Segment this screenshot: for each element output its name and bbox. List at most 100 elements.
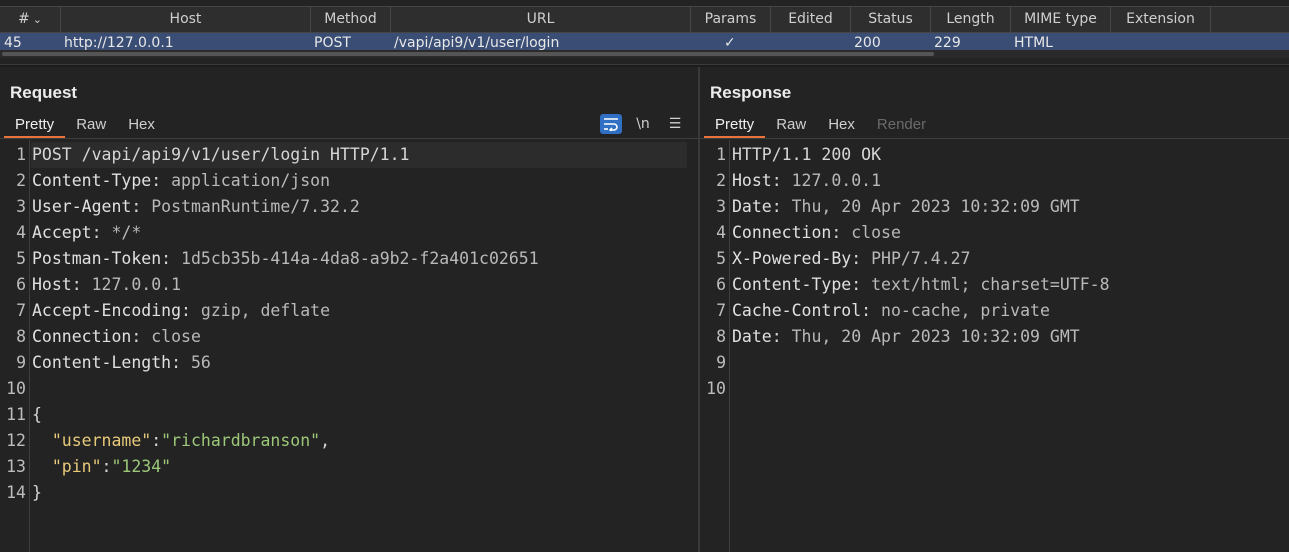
line-text: Content-Length: 56 [32, 353, 211, 372]
row-number: 45 [4, 35, 22, 50]
line-number: 12 [6, 431, 26, 450]
line-number: 4 [716, 223, 726, 242]
column-header-params[interactable]: Params [691, 7, 771, 32]
line-number: 10 [6, 379, 26, 398]
header-value: close [851, 223, 901, 242]
tab-pretty[interactable]: Pretty [4, 113, 66, 139]
header-name: Date [732, 197, 772, 216]
row-host: http://127.0.0.1 [64, 35, 174, 50]
header-name: Connection [32, 327, 132, 346]
line-text: User-Agent: PostmanRuntime/7.32.2 [32, 197, 360, 216]
menu-icon[interactable]: ☰ [664, 114, 686, 134]
horizontal-scrollbar-thumb[interactable] [2, 52, 934, 56]
header-name: X-Powered-By [732, 249, 852, 268]
tab-render[interactable]: Render [866, 113, 937, 139]
header-name: Host [32, 275, 72, 294]
json-key: "username" [51, 431, 152, 450]
row-params-check-icon: ✓ [724, 35, 736, 50]
request-editor[interactable]: 1 POST /vapi/api9/v1/user/login HTTP/1.1 2… [0, 140, 698, 552]
header-value: PostmanRuntime/7.32.2 [151, 197, 360, 216]
header-value: 127.0.0.1 [791, 171, 882, 190]
column-header-method[interactable]: Method [311, 7, 391, 32]
table-row[interactable]: 45 http://127.0.0.1 POST /vapi/api9/v1/u… [0, 33, 1289, 50]
column-header-extension[interactable]: Extension [1111, 7, 1211, 32]
line-text: Content-Type: text/html; charset=UTF-8 [732, 275, 1110, 294]
word-wrap-icon[interactable] [600, 114, 622, 134]
header-name: POST /vapi/api9/v1/user/login HTTP/1.1 [32, 145, 410, 164]
tab-divider [700, 138, 1289, 139]
tab-hex[interactable]: Hex [117, 113, 166, 139]
line-number: 2 [16, 171, 26, 190]
line-number: 11 [6, 405, 26, 424]
line-number: 8 [716, 327, 726, 346]
header-name: Content-Type [32, 171, 152, 190]
row-method: POST [314, 35, 351, 50]
line-number: 5 [716, 249, 726, 268]
line-text: Content-Type: application/json [32, 171, 331, 190]
row-url: /vapi/api9/v1/user/login [394, 35, 560, 50]
header-value: no-cache, private [881, 301, 1050, 320]
json-key: "pin" [51, 457, 102, 476]
response-pane: Response Pretty Raw Hex Render 1 HTTP/1.1… [700, 67, 1289, 552]
line-text: X-Powered-By: PHP/7.4.27 [732, 249, 971, 268]
line-text: } [32, 480, 42, 506]
header-value: Thu, 20 Apr 2023 10:32:09 GMT [791, 197, 1080, 216]
line-number: 9 [716, 353, 726, 372]
line-number: 1 [716, 145, 726, 164]
line-number: 8 [16, 327, 26, 346]
column-header-mime-type[interactable]: MIME type [1011, 7, 1111, 32]
line-number: 2 [716, 171, 726, 190]
header-value: 127.0.0.1 [91, 275, 182, 294]
chevron-down-icon: ⌄ [32, 13, 42, 26]
column-header-url[interactable]: URL [391, 7, 691, 32]
line-number: 10 [706, 379, 726, 398]
newline-toggle-icon[interactable]: \n [632, 114, 654, 134]
line-number: 4 [16, 223, 26, 242]
column-header-host[interactable]: Host [61, 7, 311, 32]
line-text: Host: 127.0.0.1 [732, 171, 882, 190]
response-editor[interactable]: 1 HTTP/1.1 200 OK 2 Host: 127.0.0.1 3 Date: T… [700, 140, 1289, 552]
request-toolbar: \n ☰ [600, 113, 686, 135]
header-value: text/html; charset=UTF-8 [871, 275, 1110, 294]
line-text: Postman-Token: 1d5cb35b-414a-4da8-a9b2-f… [32, 249, 539, 268]
line-text: Accept-Encoding: gzip, deflate [32, 301, 331, 320]
header-name: Cache-Control [732, 301, 862, 320]
header-name: Content-Length [32, 353, 172, 372]
tab-pretty[interactable]: Pretty [704, 113, 766, 139]
header-value: */* [111, 223, 142, 242]
response-title: Response [710, 83, 792, 102]
column-header-edited[interactable]: Edited [771, 7, 851, 32]
header-name: Host [732, 171, 772, 190]
line-number: 1 [16, 145, 26, 164]
line-text: Host: 127.0.0.1 [32, 275, 182, 294]
column-header-length[interactable]: Length [931, 7, 1011, 32]
line-text: Date: Thu, 20 Apr 2023 10:32:09 GMT [732, 197, 1080, 216]
header-name: Connection [732, 223, 832, 242]
header-name: Date [732, 327, 772, 346]
line-text: Connection: close [32, 327, 201, 346]
header-name: { [32, 405, 42, 424]
header-value: gzip, deflate [200, 301, 331, 320]
header-value: 56 [190, 353, 211, 372]
header-value: PHP/7.4.27 [871, 249, 971, 268]
request-title: Request [10, 83, 78, 102]
header-name: Accept-Encoding [32, 301, 182, 320]
line-text: HTTP/1.1 200 OK [732, 142, 881, 168]
tab-raw[interactable]: Raw [765, 113, 817, 139]
json-value: "richardbranson" [161, 431, 321, 450]
column-header-status[interactable]: Status [851, 7, 931, 32]
request-pane: Request Pretty Raw Hex \n ☰ 1 POST /vapi/… [0, 67, 698, 552]
tab-raw[interactable]: Raw [65, 113, 117, 139]
header-name: HTTP/1.1 200 OK [732, 145, 882, 164]
line-text: Connection: close [732, 223, 901, 242]
tab-hex[interactable]: Hex [817, 113, 866, 139]
line-number: 14 [6, 483, 26, 502]
line-number: 3 [16, 197, 26, 216]
header-value: 1d5cb35b-414a-4da8-a9b2-f2a401c02651 [181, 249, 539, 268]
table-header: # ⌄ Host Method URL Params Edited Status … [0, 6, 1289, 33]
request-tabs: Pretty Raw Hex [4, 113, 166, 139]
column-header-number[interactable]: # ⌄ [0, 7, 61, 32]
line-text: { [32, 402, 42, 428]
header-value: close [151, 327, 201, 346]
row-length: 229 [934, 35, 961, 50]
